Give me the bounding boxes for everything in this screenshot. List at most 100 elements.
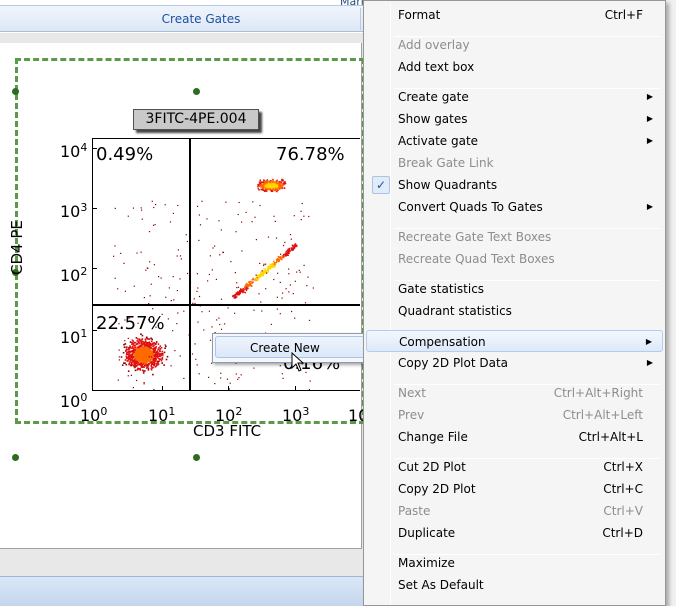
scatter-point [154,348,156,350]
scatter-point [130,356,133,359]
scatter-point [142,354,145,357]
menu-item-show-quadrants[interactable]: ✓ Show Quadrants [366,174,663,196]
create-new-menu-item[interactable]: Create New [215,336,365,358]
scatter-point [131,341,133,344]
scatter-point [113,255,115,257]
scatter-point [251,279,253,281]
scatter-point [114,277,116,279]
scatter-point [267,182,270,185]
scatter-point [279,281,281,283]
scatter-point [163,351,166,354]
scatter-point [214,245,216,247]
scatter-point [136,354,139,357]
plot-title-box[interactable]: 3FITC-4PE.004 [133,109,259,130]
scatter-point [263,270,265,272]
menu-item-add-text-box[interactable]: Add text box [366,56,663,78]
scatter-point [161,358,164,360]
resize-handle-b[interactable] [193,454,200,461]
menu-item-label: Add overlay [398,38,470,52]
scatter-point [152,373,154,376]
menu-item-label: Duplicate [398,526,456,540]
y-axis-label: CD4 PE [8,220,26,275]
scatter-point [271,262,273,265]
menu-item-copy-2d-plot-data[interactable]: Copy 2D Plot Data ▶ [366,352,663,374]
scatter-point [133,363,135,365]
scatter-point [288,291,290,293]
scatter-point [127,337,129,339]
scatter-point [141,360,144,363]
scatter-point [135,352,138,355]
scatter-point [276,186,279,188]
scatter-point [276,184,279,186]
quadrant-vertical-line[interactable] [189,138,191,391]
scatter-point [129,358,132,361]
scatter-point [131,339,133,341]
y-tick-label-2: 102 [60,265,88,285]
scatter-point [272,178,274,181]
scatter-point [114,207,116,209]
scatter-point [308,389,310,390]
resize-handle-bl[interactable] [12,454,19,461]
scatter-point [179,255,182,257]
scatter-point [148,362,150,365]
scatter-point [242,289,244,292]
menu-item-convert-quads-to-gates[interactable]: Convert Quads To Gates ▶ [366,196,663,218]
scatter-point [252,281,254,283]
scatter-point [149,338,151,340]
scatter-point [152,308,154,310]
menu-item-shortcut: Ctrl+D [602,526,643,540]
scatter-point [258,293,260,295]
scatter-point [285,254,287,257]
menu-item-quadrant-statistics[interactable]: Quadrant statistics [366,300,663,322]
menu-item-show-gates[interactable]: Show gates ▶ [366,108,663,130]
scatter-point [282,179,284,181]
menu-item-activate-gate[interactable]: Activate gate ▶ [366,130,663,152]
menu-item-format[interactable]: Format Ctrl+F [366,4,663,26]
menu-item-gate-statistics[interactable]: Gate statistics [366,278,663,300]
scatter-point [139,350,141,352]
scatter-point [282,184,284,186]
scatter-point [142,356,145,359]
scatter-point [153,344,155,347]
scatter-point [269,268,271,270]
scatter-point [263,268,265,270]
scatter-point [155,341,158,343]
scatter-point [259,262,261,264]
scatter-point [146,363,149,366]
scatter-point [284,182,287,185]
resize-handle-t[interactable] [193,88,200,95]
menu-item-set-as-default[interactable]: Set As Default [366,574,663,596]
scatter-point [236,296,238,298]
scatter-point [292,248,294,251]
menu-item-compensation[interactable]: Compensation ▶ [366,330,663,352]
menu-item-maximize[interactable]: Maximize [366,552,663,574]
scatter-point [148,356,150,358]
scatter-point [164,344,166,346]
scatter-point [296,271,298,273]
menu-item-duplicate[interactable]: Duplicate Ctrl+D [366,522,663,544]
scatter-point [140,356,142,359]
scatter-point [125,348,128,351]
scatter-point [284,181,286,183]
scatter-point [151,362,153,365]
scatter-point [133,285,135,287]
scatter-point [151,354,154,357]
menu-item-cut-2d-plot[interactable]: Cut 2D Plot Ctrl+X [366,456,663,478]
scatter-point [134,369,137,372]
scatter-point [282,256,284,258]
scatter-point [148,231,151,233]
scatter-point [147,368,150,370]
menu-item-copy-2d-plot[interactable]: Copy 2D Plot Ctrl+C [366,478,663,500]
quadrant-horizontal-line[interactable] [92,304,360,306]
scatter-point [283,244,285,247]
scatter-point [208,310,210,312]
scatter-point [172,212,174,214]
resize-handle-tl[interactable] [12,88,19,95]
scatter-point [150,340,153,343]
menu-item-create-gate[interactable]: Create gate ▶ [366,86,663,108]
submenu-arrow-icon: ▶ [646,358,653,367]
scatter-point [273,262,276,264]
menu-item-change-file[interactable]: Change File Ctrl+Alt+L [366,426,663,448]
scatter-point [165,345,167,348]
scatter-point [176,323,178,325]
